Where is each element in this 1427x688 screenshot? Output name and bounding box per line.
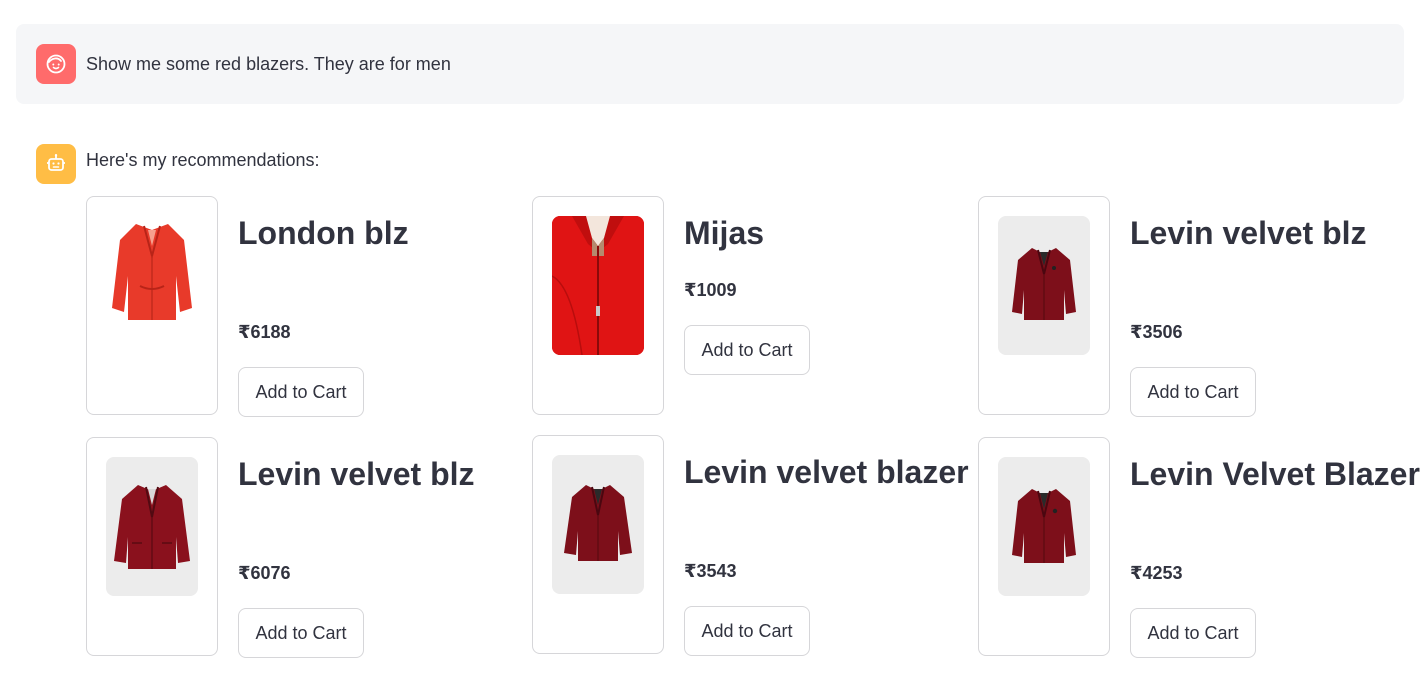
user-avatar [36,44,76,84]
product-name: Levin velvet blz [238,456,475,492]
bot-avatar [36,144,76,184]
product-image-card[interactable] [978,196,1110,415]
product-image-card[interactable] [86,437,218,656]
user-message-text: Show me some red blazers. They are for m… [86,54,451,74]
product-price: ₹1009 [684,280,737,300]
product-price: ₹6188 [238,322,291,342]
bot-message-text: Here's my recommendations: [86,150,320,170]
product-name: Levin velvet blazer [684,454,969,490]
product-price: ₹4253 [1130,563,1183,583]
product-price: ₹6076 [238,563,291,583]
product-image [106,216,198,355]
product-price: ₹3543 [684,561,737,581]
add-to-cart-button[interactable]: Add to Cart [684,606,810,656]
product-image-card[interactable] [532,435,664,654]
add-to-cart-button[interactable]: Add to Cart [1130,367,1256,417]
product-name: Levin velvet blz [1130,215,1367,251]
product-image [998,216,1090,355]
robot-icon [47,154,65,171]
product-image-card[interactable] [86,196,218,415]
product-image [552,216,644,355]
add-to-cart-button[interactable]: Add to Cart [238,608,364,658]
add-to-cart-button[interactable]: Add to Cart [684,325,810,375]
product-name: Levin Velvet Blazer [1130,456,1420,492]
user-message: Show me some red blazers. They are for m… [16,24,1404,104]
product-image-card[interactable] [532,196,664,415]
product-name: Mijas [684,215,765,251]
add-to-cart-button[interactable]: Add to Cart [1130,608,1256,658]
product-price: ₹3506 [1130,322,1183,342]
product-image-card[interactable] [978,437,1110,656]
product-name: London blz [238,215,409,251]
add-to-cart-button[interactable]: Add to Cart [238,367,364,417]
user-face-icon [46,54,66,74]
product-image [998,457,1090,596]
product-image [552,455,644,594]
product-image [106,457,198,596]
